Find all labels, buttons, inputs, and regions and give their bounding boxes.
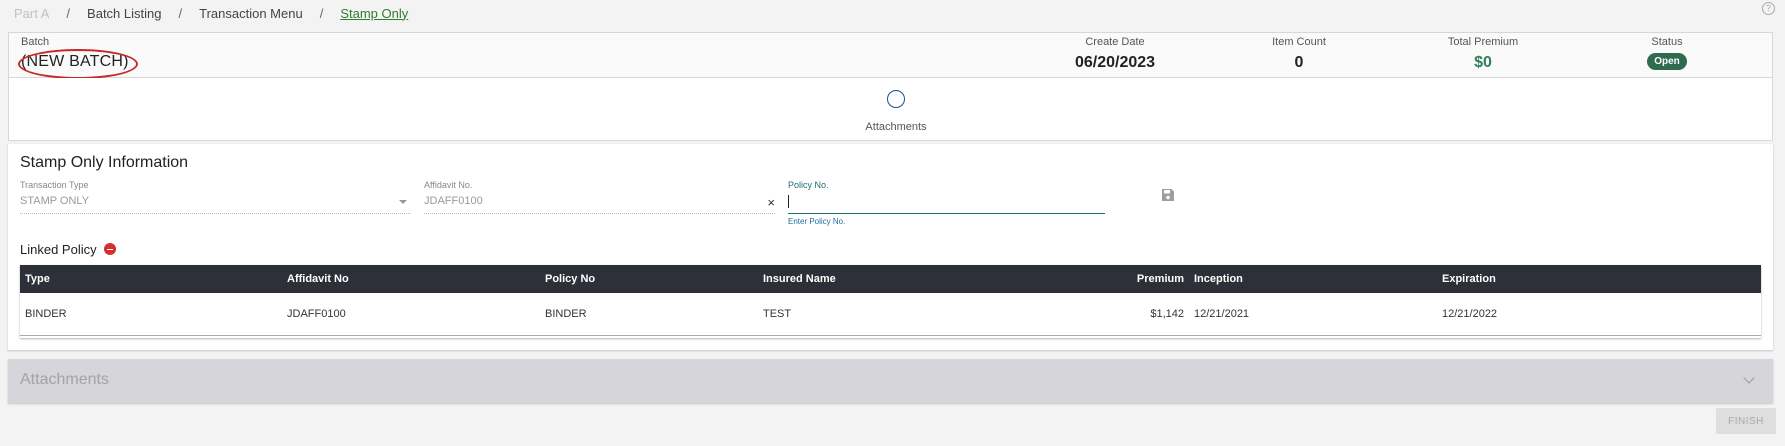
- linked-policy-title: Linked Policy: [20, 242, 97, 257]
- affidavit-no-value: JDAFF0100: [424, 195, 483, 207]
- create-date-column: Create Date 06/20/2023: [1045, 33, 1185, 72]
- table-row[interactable]: BINDER JDAFF0100 BINDER TEST $1,142 12/2…: [20, 293, 1761, 336]
- section-title: Stamp Only Information: [20, 154, 189, 171]
- attachments-accordion[interactable]: Attachments: [8, 359, 1773, 403]
- item-count-label: Item Count: [1272, 36, 1326, 48]
- stamp-only-info-card: Stamp Only Information Transaction Type …: [8, 144, 1773, 350]
- create-date-value: 06/20/2023: [1074, 54, 1156, 71]
- policy-no-hint: Enter Policy No.: [788, 217, 846, 226]
- step-circle-icon[interactable]: [887, 90, 905, 108]
- item-count-value: 0: [1294, 54, 1304, 71]
- step-indicator: Attachments: [8, 78, 1773, 141]
- breadcrumb: Part A / Batch Listing / Transaction Men…: [14, 5, 408, 21]
- cell-policy-no: BINDER: [540, 293, 758, 336]
- column-header-inception[interactable]: Inception: [1189, 265, 1437, 293]
- cell-affidavit-no: JDAFF0100: [282, 293, 540, 336]
- policy-no-label: Policy No.: [788, 180, 829, 190]
- column-header-policy-no[interactable]: Policy No: [540, 265, 758, 293]
- accordion-title: Attachments: [20, 371, 109, 388]
- total-premium-value: $0: [1474, 54, 1492, 71]
- total-premium-column: Total Premium $0: [1413, 33, 1553, 72]
- breadcrumb-separator: /: [178, 5, 183, 21]
- transaction-type-value: STAMP ONLY: [20, 195, 90, 207]
- transaction-type-label: Transaction Type: [20, 180, 89, 190]
- column-header-affidavit-no[interactable]: Affidavit No: [282, 265, 540, 293]
- dropdown-caret-icon: [399, 200, 407, 204]
- status-column: Status Open: [1597, 33, 1737, 70]
- status-label: Status: [1651, 36, 1683, 48]
- breadcrumb-separator: /: [319, 5, 324, 21]
- cell-type: BINDER: [20, 293, 282, 336]
- breadcrumb-part-a[interactable]: Part A: [14, 6, 49, 21]
- cell-inception: 12/21/2021: [1189, 293, 1437, 336]
- linked-policy-table: Type Affidavit No Policy No Insured Name…: [20, 265, 1761, 336]
- cell-insured-name: TEST: [758, 293, 1058, 336]
- breadcrumb-transaction-menu[interactable]: Transaction Menu: [199, 6, 303, 21]
- affidavit-no-field[interactable]: Affidavit No. JDAFF0100 ×: [424, 180, 775, 214]
- text-cursor: [788, 195, 789, 208]
- cell-premium: $1,142: [1058, 293, 1189, 336]
- remove-icon[interactable]: [104, 243, 116, 255]
- table-header-row: Type Affidavit No Policy No Insured Name…: [20, 265, 1761, 293]
- column-header-premium[interactable]: Premium: [1058, 265, 1189, 293]
- affidavit-no-label: Affidavit No.: [424, 180, 473, 190]
- item-count-column: Item Count 0: [1229, 33, 1369, 72]
- column-header-type[interactable]: Type: [20, 265, 282, 293]
- create-date-label: Create Date: [1085, 36, 1145, 48]
- save-icon[interactable]: [1161, 188, 1175, 202]
- cell-expiration: 12/21/2022: [1437, 293, 1761, 336]
- column-header-insured-name[interactable]: Insured Name: [758, 265, 1058, 293]
- batch-header: Batch (NEW BATCH) Create Date 06/20/2023…: [8, 32, 1773, 79]
- transaction-type-select[interactable]: Transaction Type STAMP ONLY: [20, 180, 411, 214]
- clear-icon[interactable]: ×: [767, 195, 775, 210]
- policy-no-field[interactable]: Policy No.: [788, 180, 1105, 214]
- chevron-down-icon[interactable]: [1743, 372, 1755, 384]
- annotation-circle: [18, 49, 138, 79]
- breadcrumb-stamp-only[interactable]: Stamp Only: [340, 6, 408, 21]
- batch-label: Batch: [21, 36, 50, 48]
- breadcrumb-separator: /: [66, 5, 71, 21]
- column-header-expiration[interactable]: Expiration: [1437, 265, 1761, 293]
- step-attachments-label[interactable]: Attachments: [829, 121, 963, 133]
- total-premium-label: Total Premium: [1447, 36, 1519, 48]
- finish-button[interactable]: FINISH: [1716, 408, 1776, 434]
- help-icon[interactable]: ?: [1762, 2, 1775, 15]
- status-badge: Open: [1647, 53, 1687, 70]
- breadcrumb-batch-listing[interactable]: Batch Listing: [87, 6, 161, 21]
